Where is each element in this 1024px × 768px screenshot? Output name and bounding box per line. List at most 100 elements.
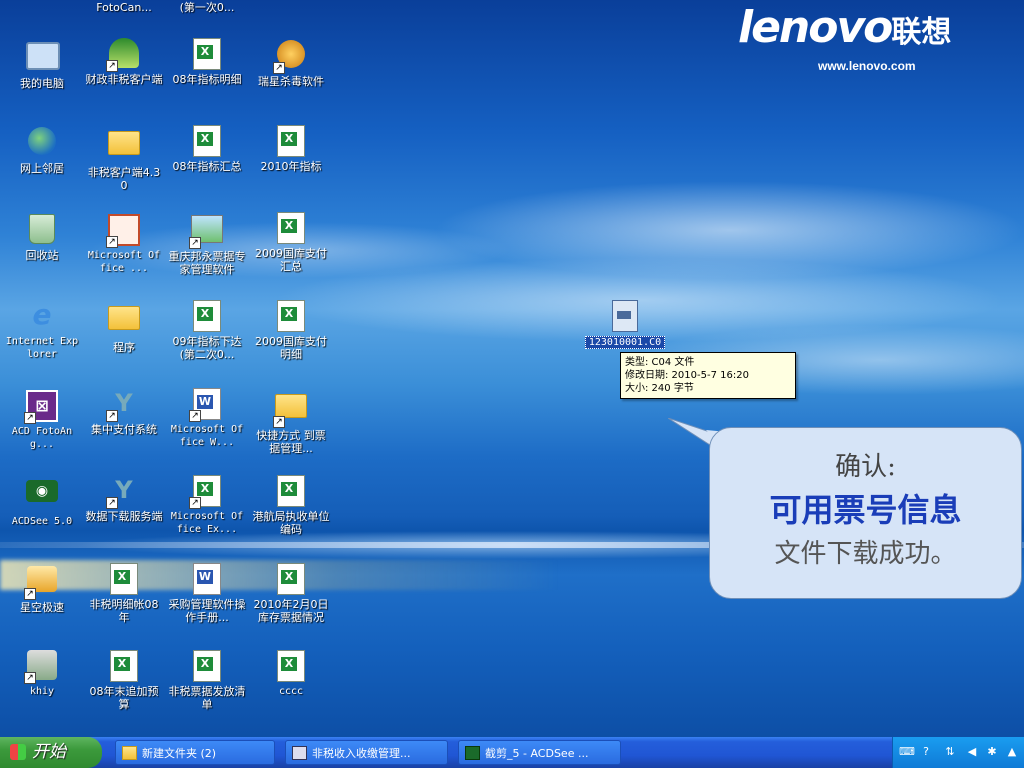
desktop-icon-label: 08年指标汇总	[172, 160, 242, 173]
desktop-icon-2010-inventory[interactable]: 2010年2月0日库存票据情况	[252, 563, 330, 624]
desktop-file-123010001[interactable]: 123010001.C0	[585, 300, 665, 349]
desktop-icon-acdsee[interactable]: ◉ ACDSee 5.0	[3, 475, 81, 528]
desktop-icon-star-speed[interactable]: ↗ 星空极速	[3, 563, 81, 614]
desktop-icon-programs[interactable]: 程序	[85, 300, 163, 354]
desktop-icon-tax-client-430[interactable]: 非税客户端4.30	[85, 125, 163, 192]
start-label: 开始	[32, 742, 66, 762]
desktop-icon-payment-system[interactable]: Y ↗ 集中支付系统	[85, 388, 163, 436]
desktop-icon-acd[interactable]: ⊠ ↗ ACD FotoAng...	[3, 388, 81, 451]
folder-icon	[108, 306, 140, 330]
shortcut-arrow-icon: ↗	[273, 62, 285, 74]
desktop-icon-bill-list[interactable]: 非税票据发放清单	[168, 650, 246, 711]
excel-file-icon	[277, 475, 305, 507]
callout-bubble: 确认: 可用票号信息 文件下载成功。	[709, 427, 1022, 599]
desktop-icon-my-computer[interactable]: 我的电脑	[3, 38, 81, 90]
acdsee-icon	[465, 746, 480, 760]
desktop-icon-ms-word[interactable]: ↗ Microsoft Office W...	[168, 388, 246, 449]
acdsee-eye-icon: ◉	[26, 480, 58, 502]
desktop-icon-purchase-manual[interactable]: 采购管理软件操作手册...	[168, 563, 246, 624]
desktop-icon-tax-client[interactable]: ↗ 财政非税客户端	[85, 38, 163, 86]
excel-file-icon	[110, 563, 138, 595]
desktop-icon-2010-index[interactable]: 2010年指标	[252, 125, 330, 173]
desktop-icon-2009-summary[interactable]: 2009国库支付汇总	[252, 212, 330, 273]
partial-icon-top-2[interactable]: (第一次0...	[168, 0, 246, 14]
windows-flag-icon	[10, 744, 26, 760]
task-label: 非税收入收缴管理...	[312, 747, 411, 760]
internet-explorer-icon: e	[32, 298, 52, 331]
desktop-icon-network-places[interactable]: 网上邻居	[3, 125, 81, 175]
desktop-icon-label: 采购管理软件操作手册...	[168, 598, 246, 624]
desktop-icon-tax-ledger[interactable]: 非税明细帐08年	[85, 563, 163, 624]
partial-icon-top-1[interactable]: FotoCan...	[85, 0, 163, 14]
desktop-icon-ms-office[interactable]: ↗ Microsoft Office ...	[85, 212, 163, 275]
shortcut-arrow-icon: ↗	[106, 60, 118, 72]
task-button-acdsee[interactable]: 截剪_5 - ACDSee ...	[458, 740, 621, 765]
recycle-bin-icon	[29, 214, 55, 244]
excel-file-icon	[110, 650, 138, 682]
desktop[interactable]: lenovo联想 www.lenovo.com FotoCan... (第一次0…	[0, 0, 1024, 737]
shortcut-arrow-icon: ↗	[273, 416, 285, 428]
desktop-icon-label: 星空极速	[20, 601, 64, 614]
taskbar: 开始 新建文件夹 (2) 非税收入收缴管理... 截剪_5 - ACDSee .…	[0, 737, 1024, 768]
desktop-icon-label: Microsoft Office W...	[170, 424, 244, 448]
desktop-icon-08-summary[interactable]: 08年指标汇总	[168, 125, 246, 173]
excel-file-icon	[193, 300, 221, 332]
desktop-icon-label: 程序	[113, 341, 135, 354]
shortcut-arrow-icon: ↗	[24, 672, 36, 684]
desktop-icon-label: 瑞星杀毒软件	[258, 75, 324, 88]
network-icon[interactable]: ⇅	[943, 745, 957, 759]
keyboard-icon[interactable]: ⌨	[899, 745, 915, 759]
app-icon	[292, 746, 307, 760]
desktop-icon-label: 非税客户端4.30	[87, 166, 161, 192]
desktop-icon-label: 集中支付系统	[91, 423, 157, 436]
desktop-icon-label: 2009国库支付明细	[255, 335, 327, 361]
desktop-icon-label: 财政非税客户端	[85, 73, 163, 86]
shortcut-arrow-icon: ↗	[24, 412, 36, 424]
desktop-icon-08-budget[interactable]: 08年末追加预算	[85, 650, 163, 711]
desktop-icon-cccc[interactable]: cccc	[252, 650, 330, 698]
desktop-icon-label: 09年指标下达(第二次0...	[172, 335, 242, 361]
back-icon[interactable]: ◀	[965, 745, 979, 759]
desktop-icon-ie[interactable]: e Internet Explorer	[3, 300, 81, 361]
start-button[interactable]: 开始	[0, 737, 102, 768]
desktop-icon-port-code[interactable]: 港航局执收单位编码	[252, 475, 330, 536]
desktop-icon-09-issued[interactable]: 09年指标下达(第二次0...	[168, 300, 246, 361]
folder-icon	[108, 131, 140, 155]
desktop-icon-khiy[interactable]: ↗ khiy	[3, 650, 81, 698]
security-icon[interactable]: ✱	[985, 745, 999, 759]
desktop-icon-label: 数据下载服务端	[85, 510, 163, 523]
desktop-icon-bangyong[interactable]: ↗ 重庆邦永票据专家管理软件	[168, 212, 246, 276]
task-button-new-folder[interactable]: 新建文件夹 (2)	[115, 740, 275, 765]
desktop-icon-label: 网上邻居	[20, 162, 64, 175]
desktop-icon-label: 非税明细帐08年	[89, 598, 159, 624]
task-button-tax-management[interactable]: 非税收入收缴管理...	[285, 740, 448, 765]
excel-file-icon	[277, 125, 305, 157]
shield-icon[interactable]: ▲	[1005, 745, 1019, 759]
shortcut-arrow-icon: ↗	[189, 497, 201, 509]
desktop-icon-recycle-bin[interactable]: 回收站	[3, 212, 81, 262]
desktop-icon-label: (第一次0...	[179, 1, 235, 14]
desktop-icon-label: 港航局执收单位编码	[252, 510, 330, 536]
desktop-icon-2009-detail[interactable]: 2009国库支付明细	[252, 300, 330, 361]
folder-icon	[122, 746, 137, 760]
excel-file-icon	[277, 650, 305, 682]
desktop-icon-label: khiy	[29, 686, 55, 697]
desktop-icon-download-service[interactable]: Y ↗ 数据下载服务端	[85, 475, 163, 523]
desktop-icon-ms-excel[interactable]: ↗ Microsoft Office Ex...	[168, 475, 246, 536]
desktop-icon-label: Microsoft Office ...	[87, 250, 161, 274]
desktop-icon-08-detail[interactable]: 08年指标明细	[168, 38, 246, 86]
callout-highlight-text: 可用票号信息	[769, 491, 962, 529]
desktop-icon-label: 非税票据发放清单	[168, 685, 246, 711]
desktop-icon-rising[interactable]: ↗ 瑞星杀毒软件	[252, 38, 330, 88]
shortcut-arrow-icon: ↗	[189, 237, 201, 249]
system-tray: ⌨ ? ⇅ ◀ ✱ ▲	[892, 737, 1024, 768]
desktop-icon-label: 我的电脑	[20, 77, 64, 90]
desktop-icon-label: 回收站	[25, 249, 59, 262]
help-icon[interactable]: ?	[919, 745, 933, 759]
callout-status-text: 文件下载成功。	[774, 539, 957, 569]
desktop-icon-label: 快捷方式 到票据管理...	[256, 429, 326, 455]
tooltip-size: 大小: 240 字节	[625, 383, 694, 394]
desktop-icon-label: ACD FotoAng...	[11, 426, 73, 450]
lenovo-logo: lenovo联想	[738, 2, 952, 53]
desktop-icon-bill-shortcut[interactable]: ↗ 快捷方式 到票据管理...	[252, 388, 330, 455]
